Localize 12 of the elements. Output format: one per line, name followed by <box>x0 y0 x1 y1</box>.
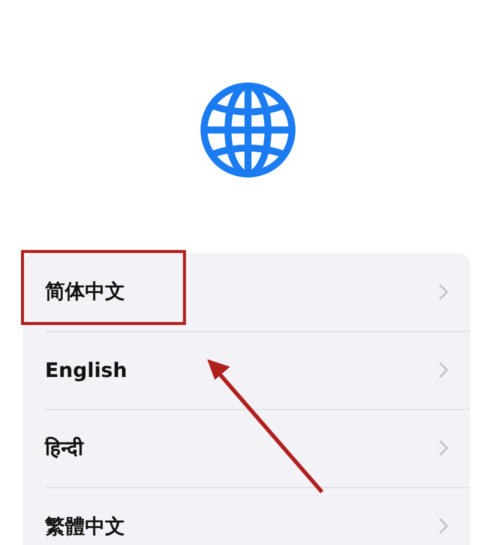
language-row[interactable]: हिन्दी <box>23 409 470 487</box>
language-row[interactable]: 简体中文 <box>23 253 470 331</box>
language-name: 简体中文 <box>45 278 125 305</box>
language-row[interactable]: 繁體中文 <box>23 487 470 545</box>
chevron-icon <box>439 362 448 378</box>
globe-icon <box>200 82 296 178</box>
language-name: हिन्दी <box>45 435 83 461</box>
language-name: English <box>45 358 128 382</box>
chevron-icon <box>439 440 448 456</box>
chevron-icon <box>439 518 448 534</box>
language-name: 繁體中文 <box>45 512 125 540</box>
chevron-icon <box>439 284 448 300</box>
